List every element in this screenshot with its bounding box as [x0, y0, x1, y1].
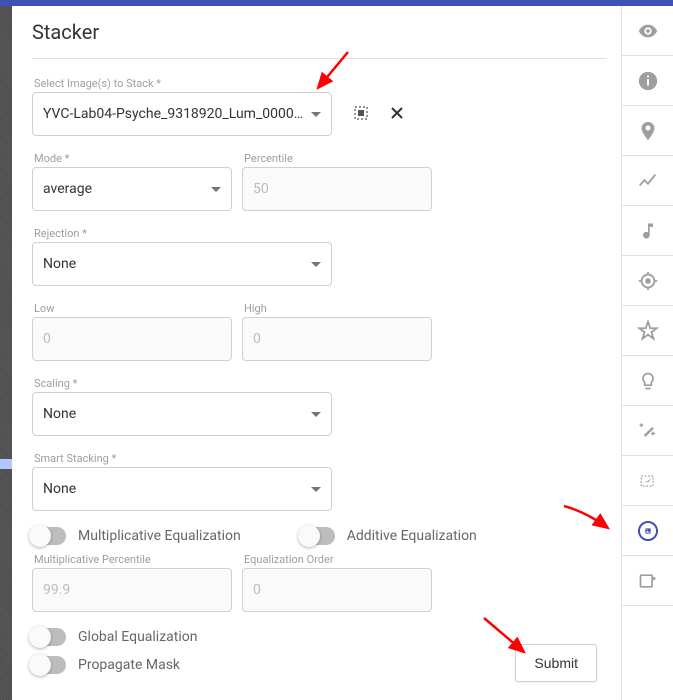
mult-percentile-label: Multiplicative Percentile — [32, 553, 232, 566]
smart-stacking-label: Smart Stacking * — [32, 452, 332, 465]
mult-percentile-value: 99.9 — [43, 582, 221, 598]
scaling-dropdown[interactable]: None — [32, 392, 332, 436]
eq-order-label: Equalization Order — [242, 553, 432, 566]
stacker-panel: Stacker Select Image(s) to Stack * YVC-L… — [12, 6, 621, 700]
chevron-down-icon — [211, 187, 221, 192]
clear-selection-icon[interactable] — [386, 102, 408, 124]
divider — [32, 58, 607, 59]
add-eq-toggle[interactable] — [301, 527, 335, 545]
eq-order-value: 0 — [253, 582, 421, 598]
sidebar-image-crop-icon[interactable] — [622, 456, 673, 506]
mult-percentile-input[interactable]: 99.9 — [32, 568, 232, 612]
select-images-value: YVC-Lab04-Psyche_9318920_Lum_0000_reduc.… — [43, 106, 305, 122]
propagate-mask-label: Propagate Mask — [78, 657, 180, 673]
global-eq-toggle[interactable] — [32, 628, 66, 646]
chevron-down-icon — [311, 487, 321, 492]
sidebar-target-icon[interactable] — [622, 256, 673, 306]
percentile-value: 50 — [253, 181, 421, 197]
mult-eq-label: Multiplicative Equalization — [78, 528, 241, 544]
smart-stacking-value: None — [43, 481, 305, 497]
percentile-input[interactable]: 50 — [242, 167, 432, 211]
low-input[interactable]: 0 — [32, 317, 232, 361]
select-all-icon[interactable] — [350, 102, 372, 124]
mult-eq-toggle[interactable] — [32, 527, 66, 545]
percentile-label: Percentile — [242, 152, 432, 165]
mode-dropdown[interactable]: average — [32, 167, 232, 211]
sidebar-bulb-icon[interactable] — [622, 356, 673, 406]
mode-value: average — [43, 181, 205, 197]
add-eq-label: Additive Equalization — [347, 528, 477, 544]
low-value: 0 — [43, 331, 221, 347]
sidebar-add-image-icon[interactable] — [622, 556, 673, 606]
page-title: Stacker — [32, 20, 607, 44]
chevron-down-icon — [311, 262, 321, 267]
sidebar-visibility-icon[interactable] — [622, 6, 673, 56]
select-images-label: Select Image(s) to Stack * — [32, 77, 332, 90]
sidebar-wand-icon[interactable] — [622, 406, 673, 456]
high-label: High — [242, 302, 432, 315]
eq-order-input[interactable]: 0 — [242, 568, 432, 612]
sidebar-music-icon[interactable] — [622, 206, 673, 256]
high-input[interactable]: 0 — [242, 317, 432, 361]
scaling-value: None — [43, 406, 305, 422]
scaling-label: Scaling * — [32, 377, 332, 390]
sidebar-chart-icon[interactable] — [622, 156, 673, 206]
mode-label: Mode * — [32, 152, 232, 165]
right-sidebar — [621, 6, 673, 700]
left-gutter — [0, 6, 12, 700]
sidebar-info-icon[interactable] — [622, 56, 673, 106]
sidebar-star-icon[interactable] — [622, 306, 673, 356]
smart-stacking-dropdown[interactable]: None — [32, 467, 332, 511]
rejection-dropdown[interactable]: None — [32, 242, 332, 286]
low-label: Low — [32, 302, 232, 315]
propagate-mask-toggle[interactable] — [32, 656, 66, 674]
chevron-down-icon — [311, 412, 321, 417]
sidebar-stacker-icon[interactable] — [622, 506, 673, 556]
sidebar-location-icon[interactable] — [622, 106, 673, 156]
chevron-down-icon — [311, 112, 321, 117]
submit-button[interactable]: Submit — [515, 644, 597, 682]
rejection-label: Rejection * — [32, 227, 332, 240]
rejection-value: None — [43, 256, 305, 272]
select-images-dropdown[interactable]: YVC-Lab04-Psyche_9318920_Lum_0000_reduc.… — [32, 92, 332, 136]
high-value: 0 — [253, 331, 421, 347]
global-eq-label: Global Equalization — [78, 629, 197, 645]
